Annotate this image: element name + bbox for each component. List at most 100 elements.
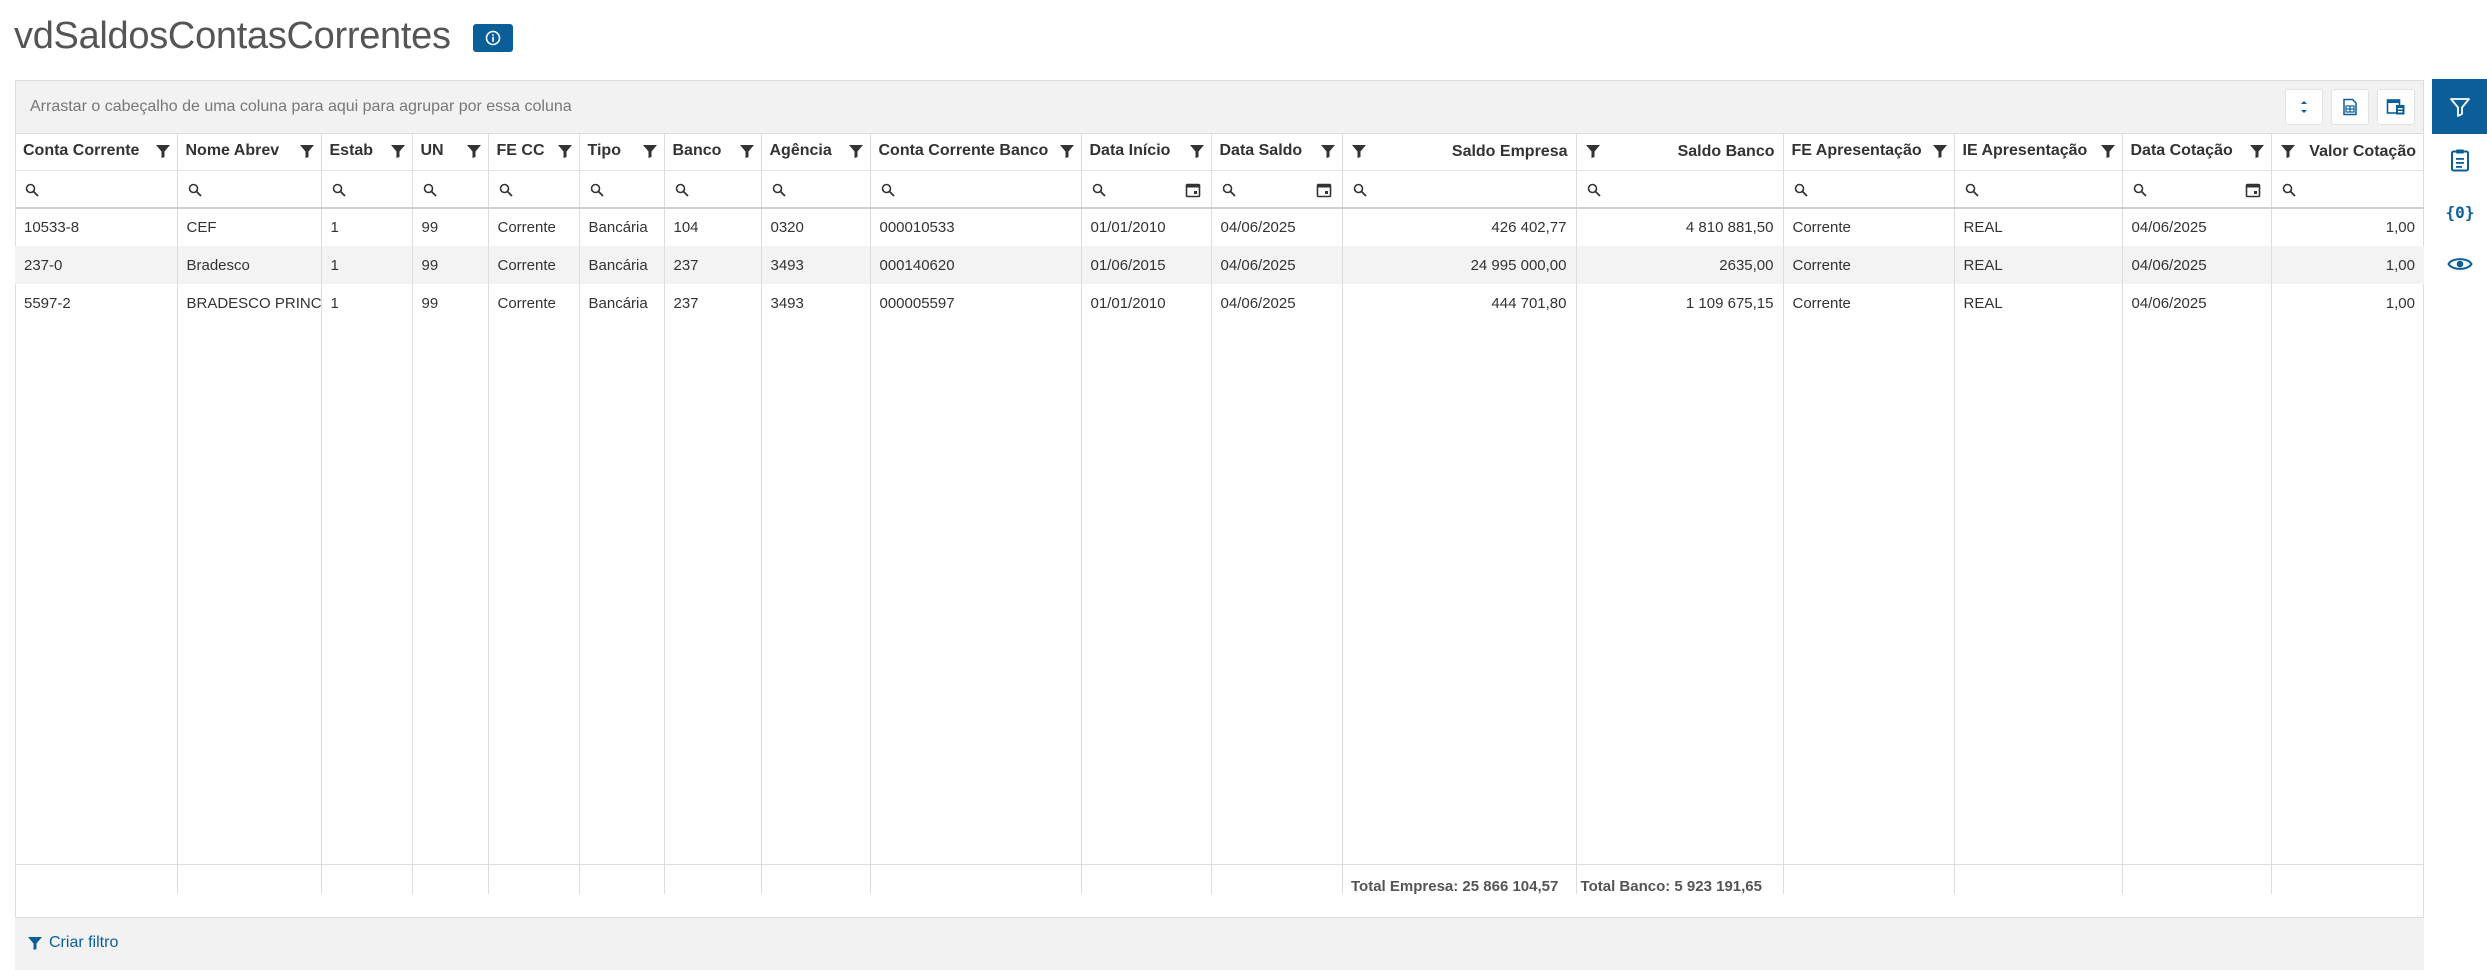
column-search-cell[interactable] [869,170,1081,209]
filter-icon[interactable] [299,143,315,159]
filter-icon[interactable] [1932,143,1948,159]
filter-icon [2449,97,2470,117]
filter-icon[interactable] [1351,143,1367,159]
column-search-cell[interactable] [760,170,870,209]
table-row[interactable]: 5597-2 BRADESCO PRINC 1 99 Corrente Banc… [15,284,2424,322]
filter-panel-button[interactable] [2432,79,2487,134]
excel-export-button[interactable] [2331,89,2369,125]
filter-icon[interactable] [848,143,864,159]
column-search-cell[interactable] [1575,170,1783,209]
column-header[interactable]: Tipo [578,133,664,171]
column-search-cell[interactable] [2270,170,2424,209]
column-search-cell[interactable] [176,170,321,209]
search-icon [1587,183,1601,197]
column-header-label: Saldo Banco [1677,143,1775,160]
filter-icon[interactable] [1585,143,1601,159]
table-cell: Corrente [487,284,579,322]
search-icon [772,183,786,197]
table-row[interactable]: 10533-8 CEF 1 99 Corrente Bancária 104 0… [15,208,2424,246]
column-header[interactable]: Conta Corrente [15,133,177,171]
column-search-cell[interactable] [663,170,761,209]
calendar-icon[interactable] [2245,182,2261,198]
column-header[interactable]: FE Apresentação [1782,133,1954,171]
filter-icon[interactable] [466,143,482,159]
table-cell: 1 [320,246,412,284]
visibility-button[interactable] [2432,238,2487,290]
filter-icon[interactable] [642,143,658,159]
column-header[interactable]: Data Cotação [2121,133,2271,171]
group-panel[interactable]: Arrastar o cabeçalho de uma coluna para … [16,81,2423,134]
column-search-cell[interactable] [2121,170,2271,209]
table-cell: CEF [176,208,321,246]
filter-icon[interactable] [1320,143,1336,159]
footer-divider [15,864,2424,865]
table-cell: 04/06/2025 [2121,208,2271,246]
table-cell: 01/01/2010 [1080,208,1211,246]
filter-icon[interactable] [155,143,171,159]
filter-icon[interactable] [557,143,573,159]
column-header[interactable]: Saldo Banco [1575,133,1783,171]
table-cell: 1,00 [2270,246,2424,284]
column-search-cell[interactable] [320,170,412,209]
filter-row [15,170,2424,209]
variables-button[interactable]: {0} [2432,186,2487,238]
table-cell: REAL [1953,208,2122,246]
column-header[interactable]: FE CC [487,133,579,171]
column-search-cell[interactable] [1080,170,1211,209]
table-cell: 1 [320,284,412,322]
search-icon [188,183,202,197]
page-title: vdSaldosContasCorrentes [14,14,451,57]
clipboard-button[interactable] [2432,134,2487,186]
table-cell: 1,00 [2270,284,2424,322]
column-header-label: Data Saldo [1219,142,1303,160]
calendar-icon[interactable] [1316,182,1332,198]
column-header[interactable]: IE Apresentação [1953,133,2122,171]
column-search-cell[interactable] [1782,170,1954,209]
column-header[interactable]: Nome Abrev [176,133,321,171]
info-button[interactable] [472,24,513,52]
expand-collapse-button[interactable] [2285,89,2323,125]
column-chooser-button[interactable] [2377,89,2415,125]
svg-text:{0}: {0} [2446,203,2474,222]
search-icon [1222,183,1236,197]
column-header[interactable]: UN [411,133,488,171]
column-search-cell[interactable] [15,170,177,209]
column-search-cell[interactable] [1341,170,1576,209]
filter-icon[interactable] [1189,143,1205,159]
table-cell: 1 109 675,15 [1575,284,1783,322]
column-chooser-icon [2386,99,2405,115]
column-header[interactable]: Conta Corrente Banco [869,133,1081,171]
table-cell: 0320 [760,208,870,246]
column-search-cell[interactable] [411,170,488,209]
column-header[interactable]: Valor Cotação [2270,133,2424,171]
table-row[interactable]: 237-0 Bradesco 1 99 Corrente Bancária 23… [15,246,2424,284]
total-banco: Total Banco: 5 923 191,65 [1580,878,1762,895]
column-header-label: Saldo Empresa [1451,143,1568,160]
clipboard-icon [2450,149,2469,172]
filter-icon[interactable] [2249,143,2265,159]
filter-icon[interactable] [2280,143,2296,159]
table-cell: 04/06/2025 [2121,246,2271,284]
calendar-icon[interactable] [1185,182,1201,198]
create-filter-button[interactable]: Criar filtro [27,934,118,952]
filter-icon[interactable] [1059,143,1075,159]
search-icon [881,183,895,197]
right-toolbar: {0} [2432,79,2487,970]
column-header[interactable]: Data Início [1080,133,1211,171]
column-search-cell[interactable] [1953,170,2122,209]
column-header[interactable]: Agência [760,133,870,171]
filter-icon[interactable] [390,143,406,159]
column-search-cell[interactable] [1210,170,1342,209]
column-search-cell[interactable] [487,170,579,209]
total-empresa: Total Empresa: 25 866 104,57 [1351,878,1559,895]
filter-icon[interactable] [739,143,755,159]
column-header[interactable]: Saldo Empresa [1341,133,1576,171]
table-cell: 000005597 [869,284,1081,322]
filter-icon[interactable] [2100,143,2116,159]
column-search-cell[interactable] [578,170,664,209]
table-cell: 5597-2 [24,294,71,312]
table-cell: REAL [1953,284,2122,322]
column-header[interactable]: Data Saldo [1210,133,1342,171]
column-header[interactable]: Estab [320,133,412,171]
column-header[interactable]: Banco [663,133,761,171]
